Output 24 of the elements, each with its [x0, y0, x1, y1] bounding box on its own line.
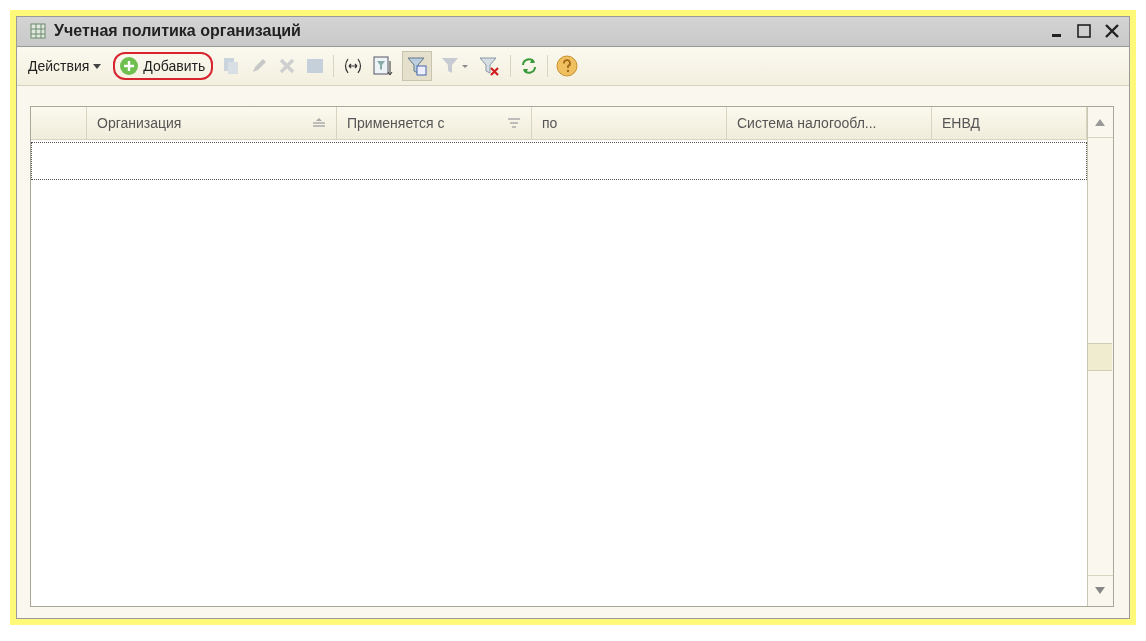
column-title: Организация: [97, 115, 182, 131]
column-title: Система налогообл...: [737, 115, 877, 131]
column-header[interactable]: по: [532, 107, 727, 139]
column-title: Применяется с: [347, 115, 445, 131]
window-title: Учетная политика организаций: [54, 22, 301, 40]
maximize-icon[interactable]: [1076, 23, 1092, 39]
focused-row[interactable]: [31, 142, 1087, 180]
column-header[interactable]: Организация: [87, 107, 337, 139]
column-title: ЕНВД: [942, 115, 980, 131]
filter-icon: [406, 55, 429, 77]
column-header[interactable]: Система налогообл...: [727, 107, 932, 139]
scrollbar[interactable]: [1087, 107, 1113, 606]
actions-menu-button[interactable]: Действия: [24, 55, 106, 77]
help-icon[interactable]: [556, 55, 579, 77]
filter-button[interactable]: [402, 51, 433, 81]
scroll-thumb[interactable]: [1088, 342, 1112, 371]
caret-icon: [93, 63, 102, 69]
column-header[interactable]: Применяется с: [337, 107, 532, 139]
filter-list-icon[interactable]: [372, 55, 395, 77]
plus-icon: [119, 56, 140, 76]
close-icon[interactable]: [1104, 23, 1120, 39]
table-icon: [30, 23, 46, 39]
column-title: по: [542, 115, 558, 131]
add-button[interactable]: Добавить: [113, 52, 214, 80]
